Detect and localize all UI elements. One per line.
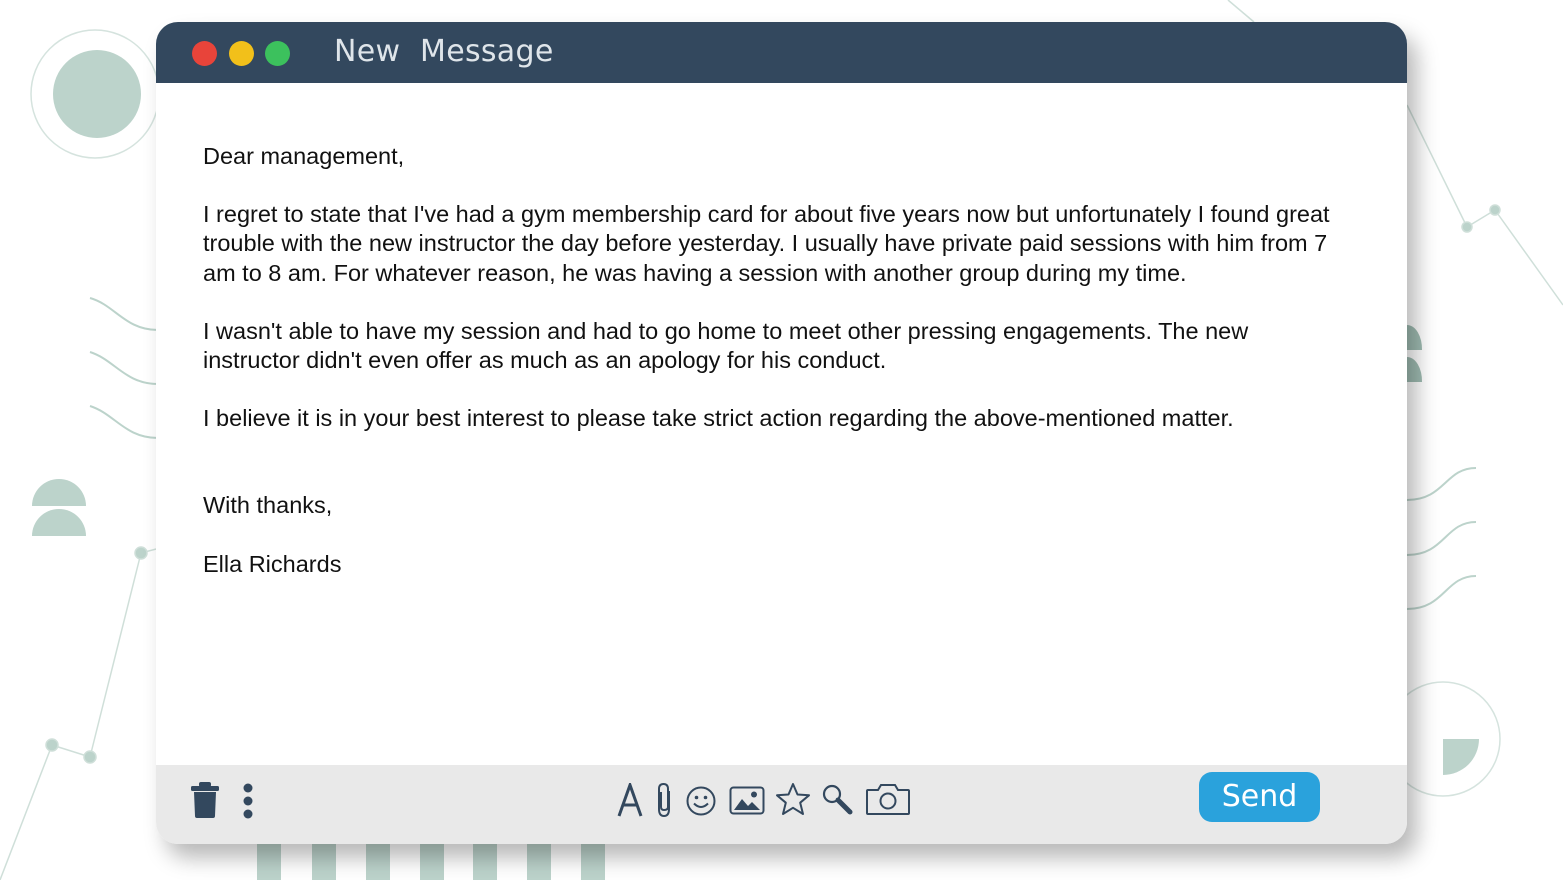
trash-icon[interactable] — [190, 781, 220, 819]
message-body[interactable]: Dear management, I regret to state that … — [203, 142, 1333, 608]
paragraph-1: I regret to state that I've had a gym me… — [203, 201, 1330, 286]
pie-chart-decoration — [30, 29, 160, 159]
closing: With thanks, — [203, 492, 333, 519]
window-title: New Message — [334, 34, 554, 69]
half-circles-decoration — [32, 479, 86, 536]
camera-icon[interactable] — [865, 782, 911, 816]
signature: Ella Richards — [203, 550, 342, 577]
email-compose-window: New Message Dear management, I regret to… — [156, 22, 1407, 844]
paragraph-3: I believe it is in your best interest to… — [203, 405, 1234, 432]
attachment-icon[interactable] — [655, 781, 675, 819]
image-icon[interactable] — [729, 786, 765, 815]
title-bar: New Message — [156, 22, 1407, 83]
wave-lines-left — [89, 297, 159, 439]
minimize-button[interactable] — [229, 41, 254, 66]
bar-decoration — [257, 840, 605, 880]
more-options-icon[interactable] — [242, 783, 254, 821]
line-chart-decoration — [0, 546, 161, 880]
emoji-icon[interactable] — [685, 785, 717, 817]
paragraph-2: I wasn't able to have my session and had… — [203, 317, 1249, 374]
wave-lines-right — [1406, 467, 1477, 610]
bottom-toolbar: Send — [156, 765, 1407, 844]
text-format-icon[interactable] — [617, 783, 643, 817]
maximize-button[interactable] — [265, 41, 290, 66]
star-icon[interactable] — [775, 782, 811, 816]
greeting: Dear management, — [203, 143, 405, 169]
search-icon[interactable] — [821, 783, 853, 815]
half-circles-decoration-right — [1407, 325, 1423, 382]
close-button[interactable] — [192, 41, 217, 66]
send-button[interactable]: Send — [1199, 772, 1320, 822]
